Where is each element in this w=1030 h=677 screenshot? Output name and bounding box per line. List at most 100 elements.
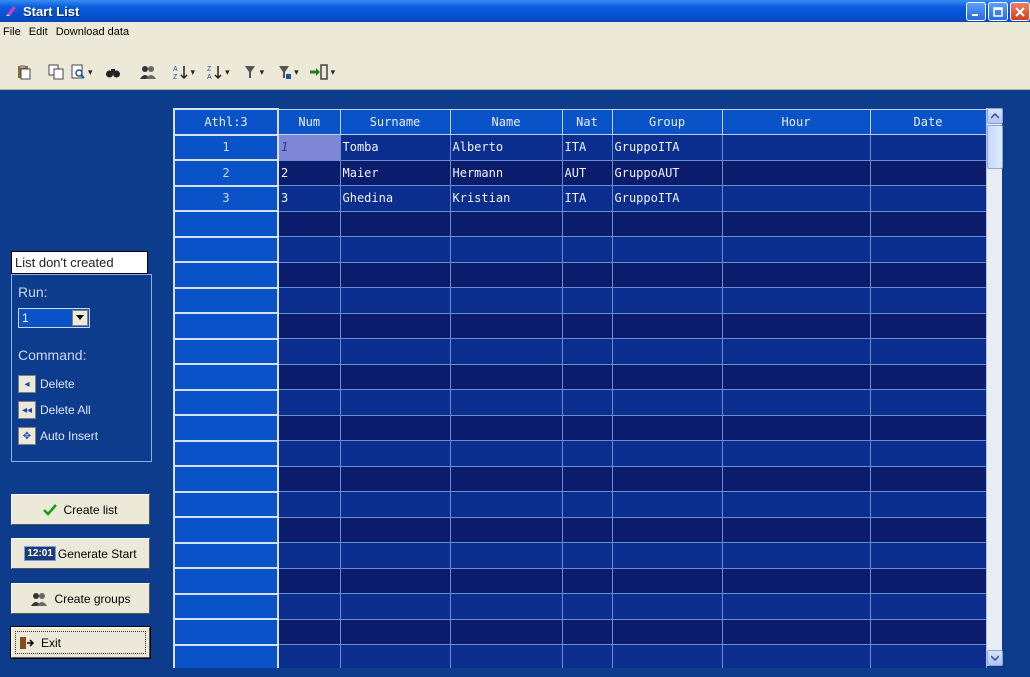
cell-name[interactable] <box>449 312 563 339</box>
find-icon[interactable] <box>105 63 121 81</box>
cell-name[interactable] <box>449 644 563 668</box>
cell-hour[interactable] <box>721 185 871 212</box>
cell-group[interactable] <box>611 542 723 569</box>
cell-nat[interactable] <box>561 236 613 263</box>
cell-hour[interactable] <box>721 440 871 467</box>
cell-group[interactable] <box>611 567 723 594</box>
cell-num[interactable] <box>277 440 341 467</box>
cell-num[interactable]: 3 <box>277 185 341 212</box>
cell-date[interactable] <box>869 185 987 212</box>
scroll-down-icon[interactable] <box>987 650 1003 666</box>
cell-surname[interactable]: Ghedina <box>339 185 451 212</box>
copy-icon[interactable] <box>48 63 64 81</box>
sort-ascending-icon[interactable]: A Z ▾ <box>173 63 196 81</box>
header-nat[interactable]: Nat <box>561 108 613 135</box>
row-header-cell[interactable]: 3 <box>173 184 279 212</box>
cell-group[interactable] <box>611 440 723 467</box>
cell-nat[interactable] <box>561 414 613 441</box>
row-header-cell[interactable] <box>173 312 279 340</box>
cell-date[interactable] <box>869 567 987 594</box>
cell-nat[interactable] <box>561 287 613 314</box>
cell-name[interactable] <box>449 542 563 569</box>
chevron-down-icon[interactable]: ▾ <box>294 67 299 78</box>
cell-surname[interactable]: Maier <box>339 159 451 186</box>
chevron-down-icon[interactable]: ▾ <box>191 67 196 78</box>
menu-file[interactable]: File <box>3 26 21 38</box>
cell-surname[interactable] <box>339 210 451 237</box>
cell-date[interactable] <box>869 363 987 390</box>
cell-hour[interactable] <box>721 414 871 441</box>
vertical-scrollbar[interactable] <box>986 108 1003 666</box>
cell-group[interactable]: GruppoITA <box>611 134 723 161</box>
cell-hour[interactable] <box>721 236 871 263</box>
header-hour[interactable]: Hour <box>721 108 871 135</box>
cell-hour[interactable] <box>721 465 871 492</box>
row-header-cell[interactable] <box>173 235 279 263</box>
cell-surname[interactable] <box>339 644 451 668</box>
cell-hour[interactable] <box>721 363 871 390</box>
cell-num[interactable] <box>277 261 341 288</box>
print-preview-icon[interactable]: ▾ <box>70 63 93 81</box>
cell-group[interactable] <box>611 414 723 441</box>
cell-nat[interactable] <box>561 440 613 467</box>
row-header-cell[interactable] <box>173 643 279 668</box>
cell-hour[interactable] <box>721 644 871 668</box>
header-athl[interactable]: Athl:3 <box>173 108 279 136</box>
cell-num[interactable] <box>277 287 341 314</box>
cell-group[interactable] <box>611 210 723 237</box>
cell-nat[interactable] <box>561 567 613 594</box>
cell-name[interactable] <box>449 491 563 518</box>
cell-surname[interactable] <box>339 236 451 263</box>
minimize-button[interactable] <box>966 2 986 21</box>
row-header-cell[interactable] <box>173 363 279 391</box>
cell-name[interactable] <box>449 389 563 416</box>
cell-nat[interactable] <box>561 542 613 569</box>
cell-hour[interactable] <box>721 542 871 569</box>
filter2-icon[interactable]: ▾ <box>276 63 299 81</box>
cell-name[interactable]: Hermann <box>449 159 563 186</box>
cell-nat[interactable]: ITA <box>561 185 613 212</box>
row-header-cell[interactable]: 2 <box>173 159 279 187</box>
header-surname[interactable]: Surname <box>339 108 451 135</box>
header-date[interactable]: Date <box>869 108 987 135</box>
cell-group[interactable] <box>611 312 723 339</box>
cell-date[interactable] <box>869 542 987 569</box>
cell-num[interactable] <box>277 491 341 518</box>
cell-num[interactable] <box>277 363 341 390</box>
row-header-cell[interactable] <box>173 592 279 620</box>
cell-num[interactable] <box>277 644 341 668</box>
cell-nat[interactable] <box>561 644 613 668</box>
cell-nat[interactable] <box>561 261 613 288</box>
cell-group[interactable] <box>611 363 723 390</box>
cell-name[interactable]: Alberto <box>449 134 563 161</box>
chevron-down-icon[interactable]: ▾ <box>331 67 336 78</box>
cell-surname[interactable] <box>339 338 451 365</box>
cell-num[interactable] <box>277 516 341 543</box>
cell-surname[interactable] <box>339 363 451 390</box>
cell-name[interactable] <box>449 618 563 645</box>
cell-date[interactable] <box>869 338 987 365</box>
cell-nat[interactable] <box>561 618 613 645</box>
cell-date[interactable] <box>869 593 987 620</box>
generate-start-button[interactable]: 12:01 Generate Start <box>11 538 150 569</box>
cell-surname[interactable] <box>339 287 451 314</box>
cell-hour[interactable] <box>721 134 871 161</box>
cell-name[interactable] <box>449 261 563 288</box>
cell-num[interactable] <box>277 414 341 441</box>
cell-nat[interactable] <box>561 516 613 543</box>
cell-name[interactable] <box>449 414 563 441</box>
cell-surname[interactable] <box>339 389 451 416</box>
cell-num[interactable] <box>277 618 341 645</box>
cell-nat[interactable]: AUT <box>561 159 613 186</box>
exit-button[interactable]: Exit <box>10 626 151 659</box>
create-list-button[interactable]: Create list <box>11 494 150 525</box>
cell-surname[interactable] <box>339 261 451 288</box>
cell-hour[interactable] <box>721 159 871 186</box>
row-header-cell[interactable] <box>173 465 279 493</box>
cell-surname[interactable] <box>339 440 451 467</box>
row-header-cell[interactable] <box>173 490 279 518</box>
cell-surname[interactable] <box>339 465 451 492</box>
cell-date[interactable] <box>869 210 987 237</box>
cell-date[interactable] <box>869 312 987 339</box>
cell-group[interactable] <box>611 644 723 668</box>
